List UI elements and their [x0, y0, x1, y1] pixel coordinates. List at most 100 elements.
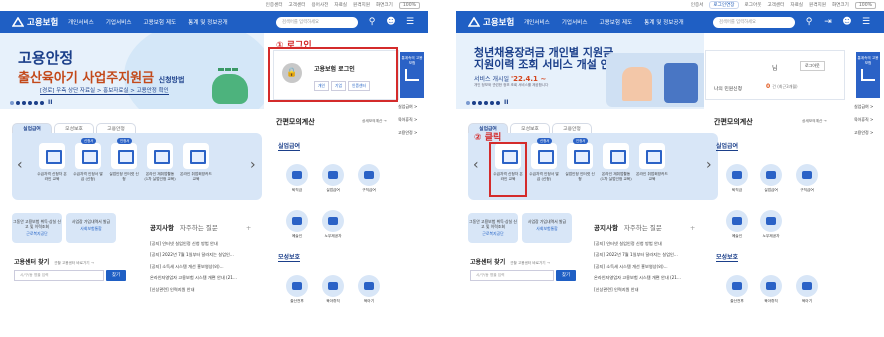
pager-dot[interactable] [466, 100, 470, 105]
pager-dot[interactable] [484, 100, 488, 105]
quick-box-link[interactable]: 근로복지공단 [468, 231, 518, 236]
next-arrow-icon[interactable]: › [250, 157, 256, 173]
search-icon[interactable]: ⚲ [366, 17, 378, 27]
calc-item[interactable]: 육아기 [794, 275, 820, 304]
pause-icon[interactable]: II [504, 99, 508, 106]
side-link[interactable]: 고용안정 > [398, 126, 417, 139]
logout-button[interactable]: 로그아웃 [800, 61, 825, 71]
calc-item[interactable]: 육아휴직 [758, 275, 784, 304]
pager-dot[interactable] [28, 100, 32, 105]
center-search-input[interactable]: 시/구/동 명을 입력 [14, 270, 104, 281]
site-logo[interactable]: 고용보험 [12, 16, 64, 28]
search-input[interactable]: 검색어를 입력하세요 [276, 16, 358, 28]
side-link[interactable]: 육아휴직 > [398, 113, 417, 126]
nav-item[interactable]: 통계 및 정보공개 [644, 18, 684, 26]
calc-item[interactable]: 구직급여 [794, 164, 820, 193]
menu-icon[interactable]: ☰ [860, 17, 872, 27]
notice-item[interactable]: [공지] 2022년 7월 1일부터 달라지는 실업인... [150, 249, 265, 260]
nav-item[interactable]: 기업서비스 [106, 18, 132, 26]
pager-dot[interactable] [40, 100, 44, 105]
calc-item[interactable]: 출산전후 [724, 275, 750, 304]
calc-item[interactable]: 출산전후 [284, 275, 310, 304]
util-link[interactable]: 로그아웃 [745, 2, 762, 8]
menu-icon[interactable]: ☰ [404, 17, 416, 27]
notice-item[interactable]: [신상관련] 인력지원 안내 [594, 284, 709, 295]
service-item[interactable]: 수급자격 신청자 온라인 교육 [36, 143, 68, 182]
prev-arrow-icon[interactable]: ‹ [473, 157, 479, 173]
service-item[interactable]: 온라인 취업희망카드 교육 [180, 143, 212, 182]
util-link[interactable]: 자료실 [790, 2, 803, 8]
search-icon[interactable]: ⚲ [803, 17, 815, 27]
service-item[interactable]: 신청서 수급자격 인정서 발급 (신청) [72, 138, 104, 182]
notice-item[interactable]: [신상관련] 인력지원 안내 [150, 284, 265, 295]
calc-item[interactable]: 실업급여 [320, 164, 346, 193]
service-item[interactable]: 신청서 수급자격 인정서 발급 (신청) [528, 138, 560, 182]
util-link[interactable]: 원격지원 [353, 2, 370, 8]
quick-box-insurance[interactable]: 그동안 고용보험 취득·상실 신고 및 이력조회 근로복지공단 [12, 213, 62, 243]
pager-dot[interactable] [496, 100, 500, 105]
my-requests-count[interactable]: 0 건 (최근3개월) [766, 83, 798, 90]
calc-item[interactable]: 실업급여 [758, 164, 784, 193]
side-link[interactable]: 실업급여 > [398, 100, 417, 113]
notice-item[interactable]: 온라인자영업자 고용보험 시스템 개편 안내 (21... [594, 272, 709, 283]
notice-item[interactable]: [공지] 인터넷 실업인정 신청 방법 안내 [150, 238, 265, 249]
quick-box-link[interactable]: 근로복지공단 [12, 231, 62, 236]
nav-item[interactable]: 개인서비스 [524, 18, 550, 26]
calc-item[interactable]: 퇴직금 [724, 164, 750, 193]
pager-dot[interactable] [490, 100, 494, 105]
notice-item[interactable]: [공지] 인터넷 실업인정 신청 방법 안내 [594, 238, 709, 249]
service-item[interactable]: 온라인 재취업활동 (1차 실업인정 교육) [600, 143, 632, 182]
center-link[interactable]: 관할 고용센터 바로가기 → [510, 261, 550, 265]
calc-item[interactable]: 퇴직금 [284, 164, 310, 193]
calc-item[interactable]: 육아기 [356, 275, 382, 304]
extend-login-button[interactable]: 로그인연장 [709, 1, 739, 9]
nav-item[interactable]: 고용보험 제도 [143, 18, 176, 26]
promo-banner[interactable]: 고용안정 출산육아기 사업주지원금 신청방법 [경로] 우측 상단 자료실 > … [0, 33, 264, 109]
stats-side-button[interactable]: 통계속의 고용보험 [856, 52, 880, 98]
user-icon[interactable]: ☻ [841, 17, 853, 27]
pager-dot[interactable] [10, 100, 14, 105]
site-logo[interactable]: 고용보험 [468, 16, 520, 28]
notice-item[interactable]: [공지] 2022년 7월 1일부터 달라지는 실업인... [594, 249, 709, 260]
notice-item[interactable]: [공지] 소득세 시스템 개선 홍보영상(외)... [150, 261, 265, 272]
center-search-button[interactable]: 찾기 [106, 270, 126, 281]
center-link[interactable]: 관할 고용센터 바로가기 → [54, 261, 94, 265]
calc-item[interactable]: 예술인 [724, 210, 750, 239]
service-item[interactable]: 온라인 재취업활동 (1차 실업인정 교육) [144, 143, 176, 182]
more-icon[interactable]: + [690, 224, 695, 232]
faq-tab[interactable]: 자주하는 질문 [180, 224, 218, 232]
notice-item[interactable]: [공지] 소득세 시스템 개선 홍보영상(외)... [594, 261, 709, 272]
calc-item[interactable]: 노무제공자 [758, 210, 784, 239]
nav-item[interactable]: 기업서비스 [562, 18, 588, 26]
promo-banner[interactable]: 청년채용장려금 개인별 지원금 지원이력 조회 서비스 개설 안내 서비스 개시일… [456, 33, 704, 109]
service-item[interactable]: 인정서 실업인정 인터넷 신청 [564, 138, 596, 182]
quick-box-link[interactable]: 사회보험통합 [522, 226, 572, 231]
pager-dot[interactable] [478, 100, 482, 105]
util-link[interactable]: 고객센터 [289, 2, 306, 8]
notice-tab[interactable]: 공지사항 [594, 224, 618, 232]
notice-tab[interactable]: 공지사항 [150, 224, 174, 232]
calc-item[interactable]: 예술인 [284, 210, 310, 239]
pager-dot[interactable] [34, 100, 38, 105]
nav-item[interactable]: 개인서비스 [68, 18, 94, 26]
side-link[interactable]: 고용안정 > [854, 126, 873, 139]
quick-box-insurance[interactable]: 그동안 고용보험 취득·상실 신고 및 이력조회 근로복지공단 [468, 213, 518, 243]
calc-detail-link[interactable]: 상세모의계산 → [802, 119, 827, 124]
service-item[interactable]: 인정서 실업인정 인터넷 신청 [108, 138, 140, 182]
prev-arrow-icon[interactable]: ‹ [17, 157, 23, 173]
pager-dot[interactable] [472, 100, 476, 105]
side-link[interactable]: 실업급여 > [854, 100, 873, 113]
service-item[interactable]: 온라인 취업희망카드 교육 [636, 143, 668, 182]
pager-dot[interactable] [22, 100, 26, 105]
zoom-select[interactable]: 100% [854, 1, 876, 9]
util-link[interactable]: 고객센터 [767, 2, 784, 8]
banner-pager[interactable]: II [10, 99, 52, 106]
quick-box-link[interactable]: 사회보험통합 [66, 226, 116, 231]
nav-item[interactable]: 통계 및 정보공개 [188, 18, 228, 26]
util-link[interactable]: 원격지원 [809, 2, 826, 8]
calc-detail-link[interactable]: 상세모의계산 → [362, 119, 387, 124]
util-link[interactable]: 인증센터 [266, 2, 283, 8]
pause-icon[interactable]: II [48, 99, 52, 106]
quick-box-certificate[interactable]: 사업장 가입내역서 발급 사회보험통합 [522, 213, 572, 243]
zoom-select[interactable]: 100% [398, 1, 420, 9]
